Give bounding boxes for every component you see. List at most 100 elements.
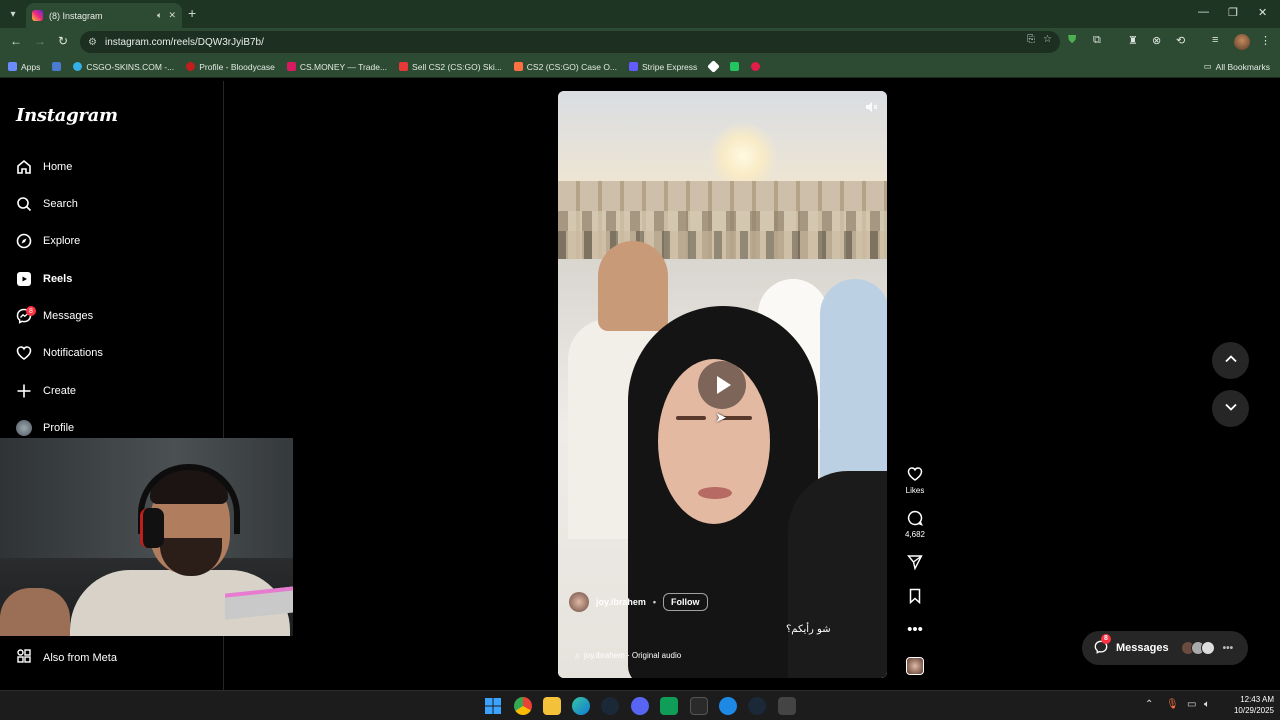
comment-icon (899, 510, 931, 530)
previous-reel-button[interactable] (1212, 342, 1249, 379)
messenger-icon: 8 (1094, 633, 1111, 657)
discord-icon[interactable] (631, 697, 649, 715)
bookmark-item[interactable] (730, 62, 740, 71)
recent-chat-avatars (1180, 641, 1215, 655)
meta-grid-icon (16, 648, 32, 667)
bookmark-favicon-icon (186, 62, 196, 71)
system-clock[interactable]: 12:43 AM 10/29/2025 (1224, 694, 1274, 716)
windows-taskbar: ⌃ 🎙︎ ▭ 🔈︎ 12:43 AM 10/29/2025 (0, 690, 1280, 720)
like-button[interactable]: Likes (899, 466, 931, 495)
save-button[interactable] (899, 588, 931, 608)
avatar[interactable] (569, 592, 589, 612)
video-face-detail (698, 487, 732, 499)
extension-icon[interactable]: ⊗ (1152, 34, 1161, 47)
app-icon[interactable] (778, 697, 796, 715)
audio-thumbnail[interactable] (906, 657, 924, 675)
bookmark-favicon-icon (513, 62, 523, 71)
steam-icon[interactable] (601, 697, 619, 715)
maximize-icon[interactable]: ❐ (1228, 6, 1238, 19)
browser-tab[interactable]: (8) Instagram 🔈︎ ✕ (26, 3, 182, 28)
site-info-icon[interactable]: ⚙︎ (88, 37, 97, 48)
all-bookmarks[interactable]: ▭ All Bookmarks (1204, 61, 1270, 72)
app-icon[interactable] (660, 697, 678, 715)
tab-close-icon[interactable]: ✕ (168, 10, 176, 21)
forward-icon[interactable]: → (34, 34, 46, 48)
tab-audio-icon[interactable]: 🔈︎ (157, 10, 162, 21)
install-app-icon[interactable]: ⎘ (1027, 34, 1035, 45)
address-bar[interactable]: ⚙︎ instagram.com/reels/DQW3rJyiB7b/ ⎘ ☆ (80, 31, 1060, 53)
comment-button[interactable]: 4,682 (899, 510, 931, 539)
bookmark-item[interactable]: Sell CS2 (CS:GO) Ski... (399, 62, 502, 72)
sidebar-item-reels[interactable]: Reels (16, 267, 72, 291)
bookmark-item[interactable] (707, 60, 721, 73)
bookmark-item[interactable] (751, 62, 761, 71)
more-options-button[interactable]: ••• (899, 622, 931, 638)
bookmark-grid[interactable] (52, 62, 62, 71)
window-close-icon[interactable]: ✕ (1258, 6, 1267, 19)
sidebar-item-label: Profile (43, 422, 75, 434)
reload-icon[interactable]: ↻ (58, 34, 68, 48)
share-button[interactable] (899, 554, 931, 574)
chevron-up-icon[interactable]: ⌃ (1145, 699, 1153, 710)
microphone-icon[interactable]: 🎙︎ (1166, 699, 1179, 710)
play-button[interactable] (698, 361, 746, 409)
edge-icon[interactable] (572, 697, 590, 715)
url-text: instagram.com/reels/DQW3rJyiB7b/ (104, 36, 264, 48)
folder-icon: ▭ (1203, 61, 1212, 71)
browser-toolbar: ← → ↻ ⚙︎ instagram.com/reels/DQW3rJyiB7b… (0, 28, 1280, 56)
bookmark-item[interactable]: CS2 (CS:GO) Case O... (513, 62, 617, 72)
music-note-icon: ♫ (574, 651, 580, 660)
also-from-meta[interactable]: Also from Meta (16, 648, 117, 667)
bookmark-label: CSGO-SKINS.COM -... (86, 61, 175, 72)
next-reel-button[interactable] (1212, 390, 1249, 427)
sidebar-item-explore[interactable]: Explore (16, 229, 80, 253)
play-icon (717, 376, 731, 394)
tab-search-icon[interactable]: ▾ (4, 5, 22, 23)
network-icon[interactable]: ▭ (1187, 699, 1196, 710)
app-icon[interactable] (719, 697, 737, 715)
sidebar-item-profile[interactable]: Profile (16, 416, 74, 440)
history-icon[interactable]: ⟲ (1176, 34, 1185, 47)
chrome-icon[interactable] (514, 697, 532, 715)
chevron-down-icon (1224, 400, 1238, 417)
tab-search-icon[interactable]: ≡ (1212, 34, 1218, 46)
instagram-logo[interactable]: Instagram (16, 105, 118, 126)
menu-icon[interactable]: ⋮ (1260, 34, 1271, 47)
reel-audio[interactable]: ♫ joy.ibrahem · Original audio (574, 651, 681, 660)
chevron-up-icon (1224, 352, 1238, 369)
sidebar-item-label: Explore (43, 235, 81, 247)
follow-button[interactable]: Follow (663, 593, 708, 611)
reel-caption: شو رأيكم؟ (786, 624, 831, 635)
browser-tab-strip: ▾ (8) Instagram 🔈︎ ✕ + — ❐ ✕ (0, 0, 1280, 28)
grid-icon (52, 62, 62, 71)
bookmark-item[interactable]: Profile - Bloodycase (186, 62, 275, 72)
windows-start-icon[interactable] (484, 697, 502, 715)
sidebar-item-messages[interactable]: 8 Messages (16, 304, 93, 328)
video-face-detail (676, 416, 706, 420)
browser-profile-avatar[interactable] (1234, 34, 1250, 50)
steam-icon[interactable] (748, 697, 766, 715)
likes-label: Likes (905, 486, 925, 495)
epic-games-icon[interactable] (690, 697, 708, 715)
messages-pill-button[interactable]: 8 Messages ••• (1082, 631, 1248, 665)
bookmark-item[interactable]: CSGO-SKINS.COM -... (73, 62, 174, 72)
extension-icon[interactable]: ♜ (1128, 34, 1138, 47)
minimize-icon[interactable]: — (1198, 6, 1209, 18)
volume-icon[interactable]: 🔈︎ (1204, 699, 1210, 710)
extensions-icon[interactable]: ⧉ (1093, 34, 1101, 47)
bookmark-item[interactable]: CS.MONEY — Trade... (286, 62, 387, 72)
author-username[interactable]: joy.ibrahem (596, 597, 646, 607)
new-tab-icon[interactable]: + (188, 5, 196, 21)
mute-icon[interactable] (864, 100, 878, 114)
bookmark-item[interactable]: Stripe Express (629, 62, 697, 72)
shield-extension-icon[interactable]: ⛊ (1068, 34, 1076, 47)
sidebar-item-search[interactable]: Search (16, 192, 78, 216)
sidebar-item-notifications[interactable]: Notifications (16, 341, 103, 365)
file-explorer-icon[interactable] (543, 697, 561, 715)
sidebar-item-home[interactable]: Home (16, 155, 72, 179)
messages-pill-label: Messages (1116, 642, 1169, 654)
back-icon[interactable]: ← (10, 34, 22, 48)
bookmark-star-icon[interactable]: ☆ (1043, 34, 1052, 45)
bookmark-apps[interactable]: Apps (8, 62, 40, 72)
sidebar-item-create[interactable]: Create (16, 379, 76, 403)
